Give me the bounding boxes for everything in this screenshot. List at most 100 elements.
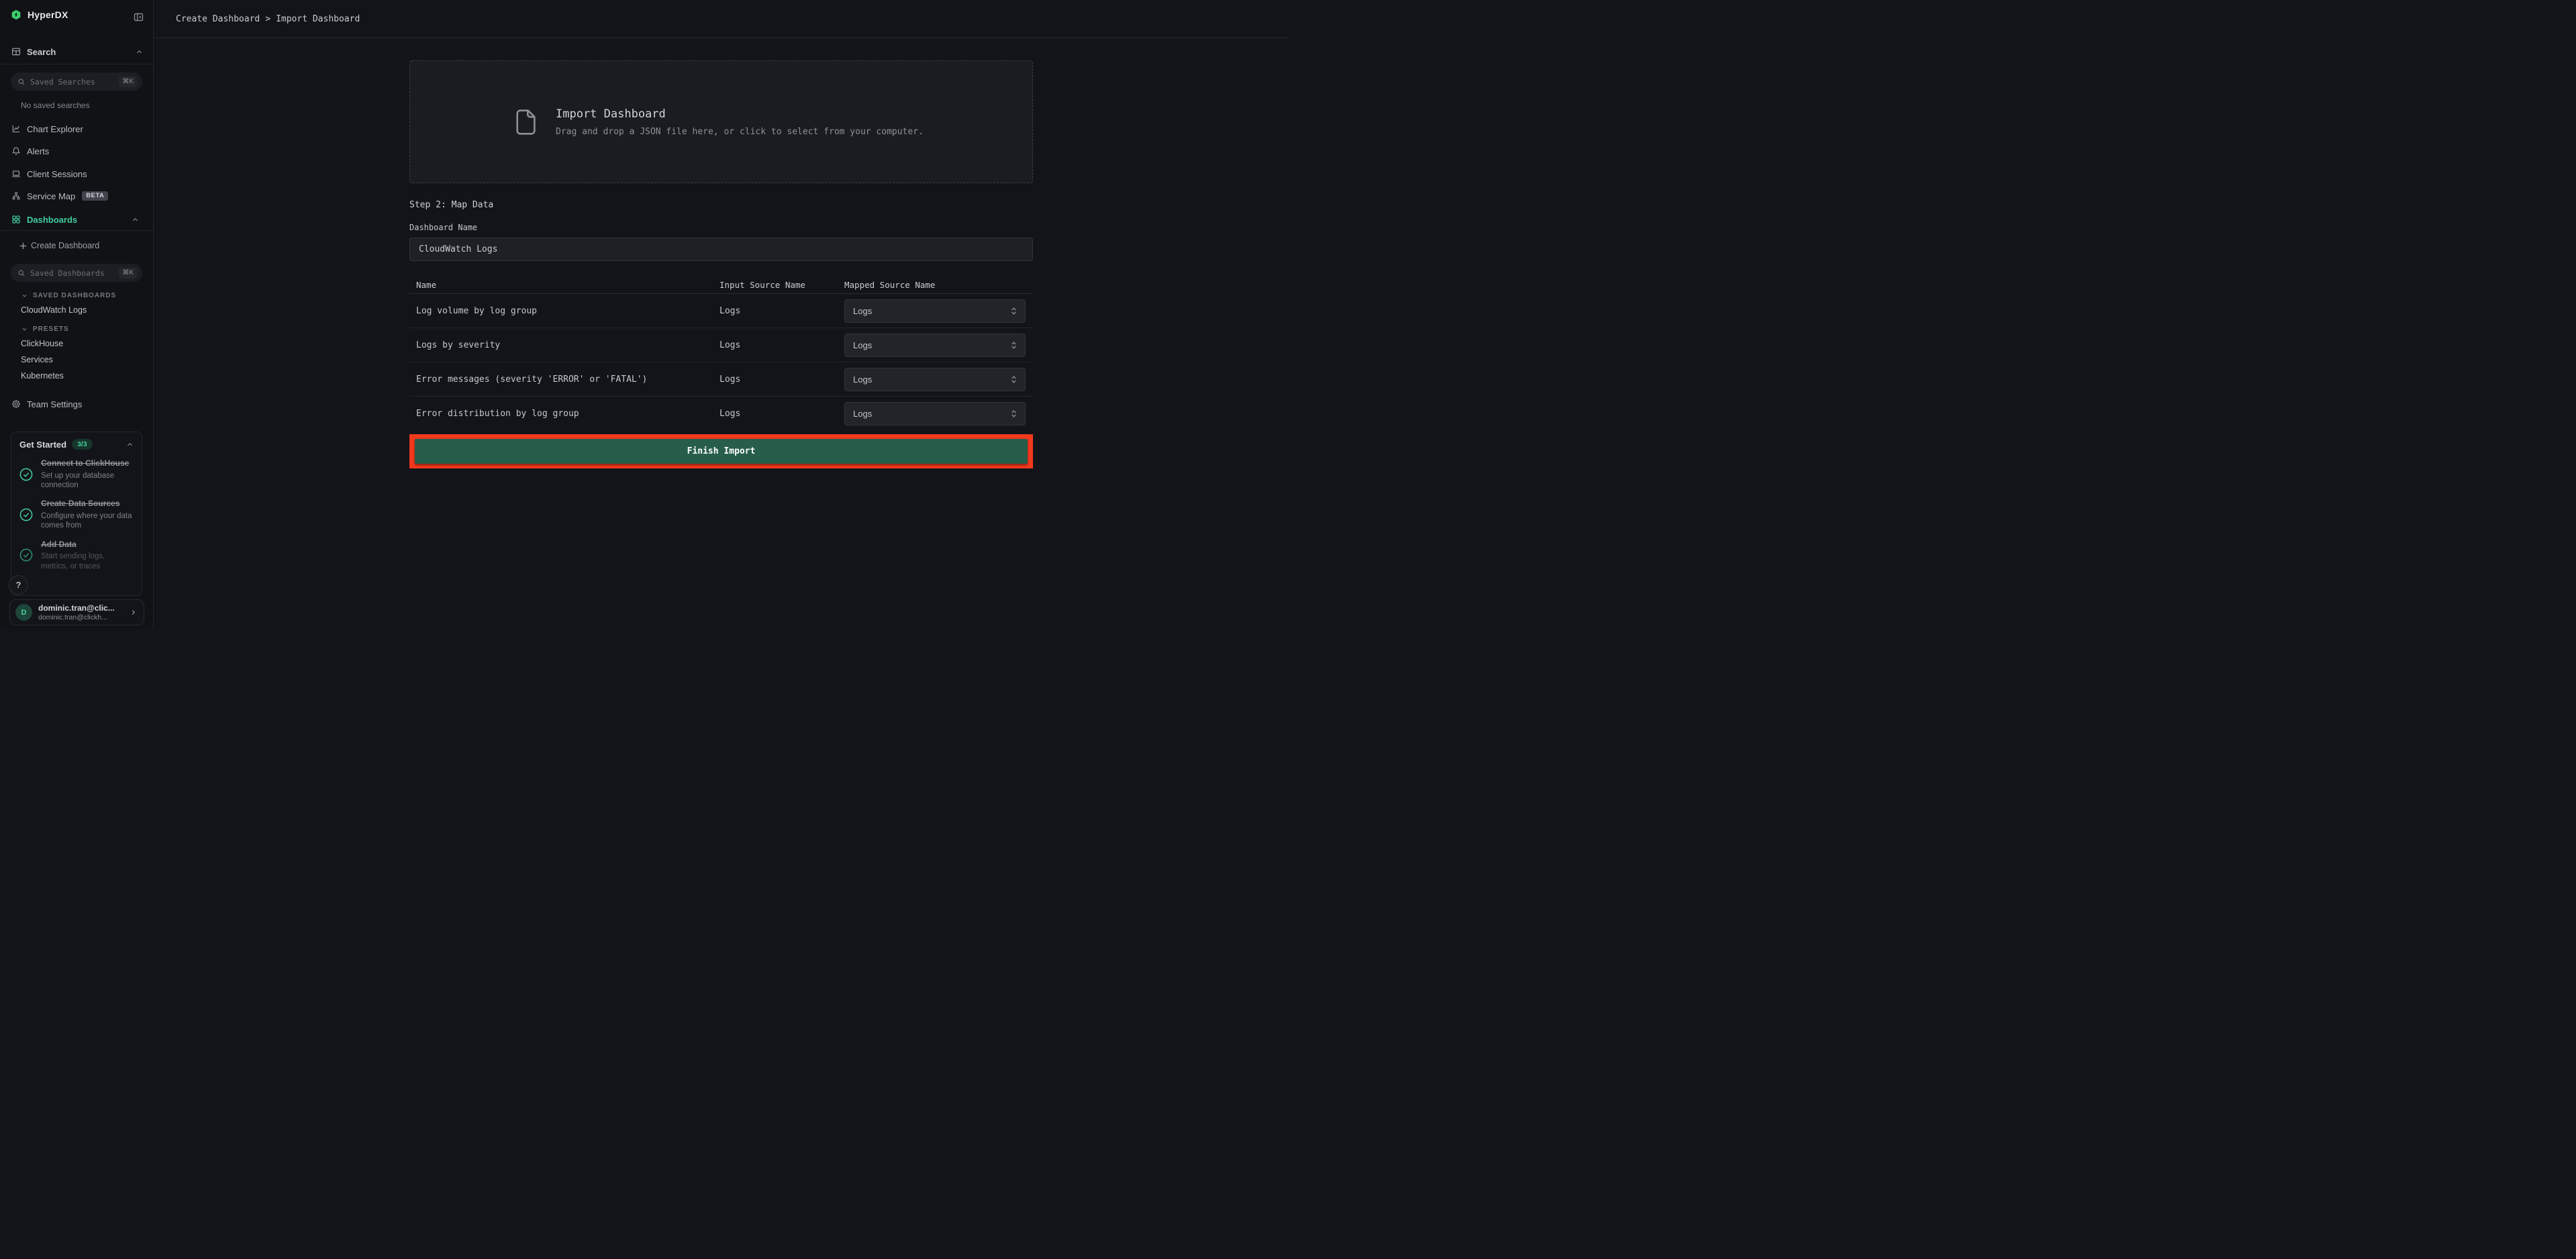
mapped-source-select[interactable]: Logs (844, 368, 1026, 391)
hyperdx-logo-icon (11, 9, 21, 20)
task-title: Connect to ClickHouse (41, 458, 134, 469)
breadcrumb: Create Dashboard>Import Dashboard (176, 14, 360, 24)
sidebar-item-services[interactable]: Services (21, 355, 53, 366)
sidebar-item-chart-explorer[interactable]: Chart Explorer (0, 119, 154, 139)
select-chevrons-icon (1009, 307, 1018, 315)
task-subtitle: Start sending logs, metrics, or traces (41, 552, 134, 571)
nav-label: Service Map (27, 191, 75, 201)
sidebar-collapse-icon[interactable] (134, 12, 144, 22)
search-icon (17, 78, 26, 86)
mapped-source-select[interactable]: Logs (844, 402, 1026, 425)
shortcut-badge: ⌘K (119, 77, 137, 87)
group-header-saved-dashboards[interactable]: SAVED DASHBOARDS (21, 291, 116, 300)
dashboard-name-input[interactable] (409, 238, 1033, 261)
chart-name-cell: Error distribution by log group (409, 409, 720, 419)
mapped-source-value: Logs (853, 340, 872, 350)
sidebar-item-kubernetes[interactable]: Kubernetes (21, 371, 64, 382)
nav-label: Client Sessions (27, 169, 87, 179)
top-bar: Create Dashboard>Import Dashboard (154, 0, 1288, 38)
team-settings-label: Team Settings (27, 399, 82, 409)
check-circle-icon (19, 548, 33, 562)
chevron-down-icon (21, 326, 28, 332)
sidebar-section-search[interactable]: Search (11, 44, 143, 59)
user-menu[interactable]: D dominic.tran@clic... dominic.tran@clic… (9, 599, 144, 625)
dropzone-title: Import Dashboard (556, 107, 924, 121)
sidebar-item-dashboards[interactable]: Dashboards (0, 209, 154, 230)
beta-badge: BETA (82, 191, 108, 201)
mapped-source-value: Logs (853, 409, 872, 419)
create-dashboard-label: Create Dashboard (31, 241, 99, 250)
input-source-cell: Logs (720, 306, 844, 316)
group-header-presets[interactable]: PRESETS (21, 324, 69, 334)
task-subtitle: Set up your database connection (41, 471, 134, 491)
sidebar-item-team-settings[interactable]: Team Settings (11, 395, 143, 413)
chevron-right-icon (130, 609, 137, 616)
avatar: D (15, 604, 32, 621)
mapped-source-select[interactable]: Logs (844, 334, 1026, 357)
help-button[interactable]: ? (9, 575, 28, 595)
app-logo-row[interactable]: HyperDX (11, 9, 68, 20)
breadcrumb-create-dashboard[interactable]: Create Dashboard (176, 14, 260, 24)
user-name: dominic.tran@clic... (38, 603, 115, 613)
import-dropzone[interactable]: Import Dashboard Drag and drop a JSON fi… (409, 60, 1033, 183)
column-header-input-source: Input Source Name (720, 280, 844, 290)
table-row: Logs by severity Logs Logs (409, 328, 1033, 362)
table-row: Log volume by log group Logs Logs (409, 294, 1033, 328)
chart-name-cell: Error messages (severity 'ERROR' or 'FAT… (409, 374, 720, 385)
column-header-name: Name (409, 280, 720, 290)
divider (0, 230, 154, 231)
sidebar-item-alerts[interactable]: Alerts (0, 141, 154, 161)
bell-icon (11, 146, 21, 156)
user-email: dominic.tran@clickh... (38, 613, 115, 621)
main-area: Create Dashboard > Import Dashboard Import… (154, 0, 1288, 630)
plus-icon (19, 242, 27, 250)
chevron-up-icon[interactable] (126, 441, 134, 448)
sidebar-item-service-map[interactable]: Service Map BETA (0, 186, 154, 206)
get-started-title: Get Started (19, 440, 66, 450)
step-label: Step 2: Map Data (409, 200, 1033, 210)
dropzone-subtitle: Drag and drop a JSON file here, or click… (556, 127, 924, 137)
column-header-mapped-source: Mapped Source Name (844, 280, 1033, 290)
mapped-source-value: Logs (853, 374, 872, 385)
get-started-card: Get Started 3/3 Connect to ClickHouse Se… (11, 432, 142, 596)
sidebar: HyperDX Search ⌘K No saved searches (0, 0, 154, 630)
saved-dashboards-searchbox[interactable]: ⌘K (11, 264, 142, 282)
chevron-up-icon[interactable] (136, 48, 143, 56)
input-source-cell: Logs (720, 374, 844, 385)
task-create-data-sources[interactable]: Create Data Sources Configure where your… (19, 499, 134, 530)
task-subtitle: Configure where your data comes from (41, 511, 134, 531)
chevron-up-icon[interactable] (132, 216, 139, 223)
finish-import-button[interactable]: Finish Import (415, 439, 1028, 464)
mapped-source-select[interactable]: Logs (844, 299, 1026, 323)
select-chevrons-icon (1009, 409, 1018, 418)
nav-label: Dashboards (27, 215, 77, 225)
dashboard-name-label: Dashboard Name (409, 223, 1033, 232)
sidebar-item-client-sessions[interactable]: Client Sessions (0, 164, 154, 184)
saved-searches-searchbox[interactable]: ⌘K (11, 72, 142, 91)
get-started-progress-badge: 3/3 (72, 439, 93, 450)
input-source-cell: Logs (720, 409, 844, 419)
task-add-data[interactable]: Add Data Start sending logs, metrics, or… (19, 540, 134, 571)
chart-icon (11, 124, 21, 134)
search-panel-icon (11, 47, 21, 56)
nav-label: Chart Explorer (27, 124, 83, 134)
app-title: HyperDX (28, 9, 68, 20)
breadcrumb-separator: > (265, 14, 270, 24)
sidebar-item-cloudwatch-logs[interactable]: CloudWatch Logs (21, 305, 87, 316)
chevron-down-icon (21, 293, 28, 299)
check-circle-icon (19, 508, 33, 521)
group-header-label: PRESETS (33, 325, 69, 333)
saved-searches-input[interactable] (30, 77, 104, 87)
select-chevrons-icon (1009, 341, 1018, 350)
task-connect-clickhouse[interactable]: Connect to ClickHouse Set up your databa… (19, 458, 134, 490)
gear-icon (11, 399, 21, 409)
mapped-source-value: Logs (853, 306, 872, 316)
select-chevrons-icon (1009, 375, 1018, 384)
dashboards-grid-icon (11, 215, 21, 224)
table-row: Error messages (severity 'ERROR' or 'FAT… (409, 362, 1033, 397)
saved-dashboards-input[interactable] (30, 268, 104, 278)
group-header-label: SAVED DASHBOARDS (33, 292, 116, 299)
create-dashboard-button[interactable]: Create Dashboard (19, 237, 99, 254)
sidebar-item-clickhouse[interactable]: ClickHouse (21, 339, 63, 350)
chart-name-cell: Logs by severity (409, 340, 720, 350)
